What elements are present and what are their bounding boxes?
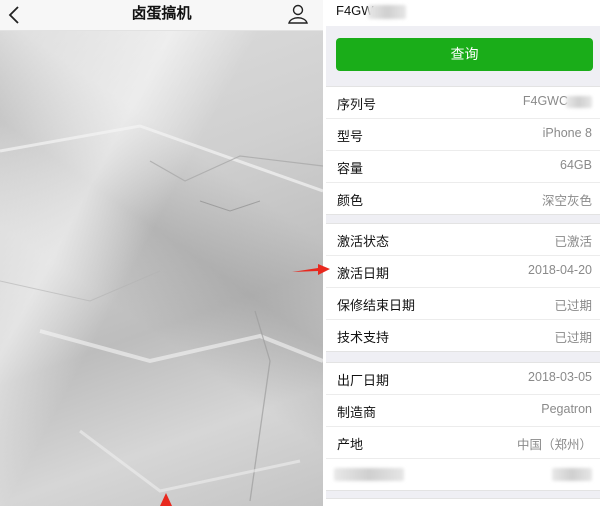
row-label: 产地 (337, 437, 364, 452)
right-panel: F4GW 查询 序列号 F4GWC 型号 iPhone 8 容量 64GB 颜色… (326, 0, 600, 506)
device-info-group: 序列号 F4GWC 型号 iPhone 8 容量 64GB 颜色 深空灰色 (326, 86, 600, 215)
row-value: iPhone 8 (542, 126, 592, 140)
row-label: 技术支持 (337, 330, 390, 345)
row-value: 已过期 (554, 299, 592, 313)
info-row-serial: 序列号 F4GWC (326, 87, 600, 119)
row-value: 已过期 (554, 331, 592, 345)
info-row-redacted (326, 459, 600, 490)
row-label: 激活日期 (337, 266, 390, 281)
redacted-value (552, 468, 592, 481)
redacted-serial (368, 5, 406, 19)
activation-info-group: 激活状态 已激活 激活日期 2018-04-20 保修结束日期 已过期 技术支持… (326, 223, 600, 352)
info-row-tech-support: 技术支持 已过期 (326, 320, 600, 351)
bottom-group-edge (326, 498, 600, 506)
info-row-activation-status: 激活状态 已激活 (326, 224, 600, 256)
info-row-capacity: 容量 64GB (326, 151, 600, 183)
row-label: 颜色 (337, 193, 364, 208)
manufacture-info-group: 出厂日期 2018-03-05 制造商 Pegatron 产地 中国（郑州） (326, 362, 600, 491)
row-label: 激活状态 (337, 234, 390, 249)
row-value: 2018-03-05 (528, 370, 592, 384)
info-row-activation-date: 激活日期 2018-04-20 (326, 256, 600, 288)
row-value: F4GWC (522, 94, 568, 108)
left-nav-bar: 卤蛋搞机 (0, 0, 323, 31)
redacted-label (334, 468, 404, 481)
row-value: 深空灰色 (541, 194, 592, 208)
serial-input-area[interactable]: F4GW (326, 0, 600, 26)
info-row-warranty-end: 保修结束日期 已过期 (326, 288, 600, 320)
left-panel: 卤蛋搞机 (0, 0, 323, 506)
query-button[interactable]: 查询 (336, 38, 593, 71)
row-value: 2018-04-20 (528, 263, 592, 277)
row-label: 型号 (337, 129, 364, 144)
row-label: 容量 (337, 161, 364, 176)
row-label: 保修结束日期 (337, 298, 416, 313)
info-row-manufacturer: 制造商 Pegatron (326, 395, 600, 427)
row-value: 64GB (560, 158, 592, 172)
row-label: 出厂日期 (337, 373, 390, 388)
red-annotation-arrow (292, 264, 330, 275)
info-row-manufacture-date: 出厂日期 2018-03-05 (326, 363, 600, 395)
user-icon[interactable] (287, 3, 309, 25)
row-value: Pegatron (541, 402, 592, 416)
crumpled-paper-photo (0, 31, 323, 506)
info-row-origin: 产地 中国（郑州） (326, 427, 600, 459)
info-row-color: 颜色 深空灰色 (326, 183, 600, 214)
row-value: 中国（郑州） (516, 438, 592, 452)
info-row-model: 型号 iPhone 8 (326, 119, 600, 151)
page-title: 卤蛋搞机 (131, 5, 192, 22)
row-value: 已激活 (554, 235, 592, 249)
row-label: 序列号 (337, 97, 377, 112)
row-label: 制造商 (337, 405, 377, 420)
redacted-serial-value (566, 96, 592, 108)
